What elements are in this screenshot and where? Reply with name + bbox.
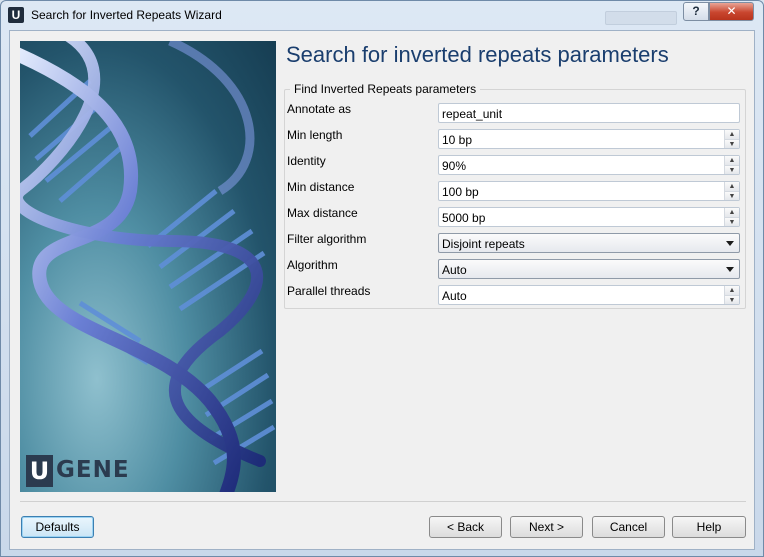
algorithm-value: Auto — [442, 263, 467, 277]
ugene-logo-text: GENE — [56, 457, 130, 483]
title-help-button[interactable]: ? — [683, 2, 709, 21]
ugene-logo-u: U — [26, 455, 53, 487]
max-distance-spin-buttons[interactable]: ▲ ▼ — [724, 208, 739, 226]
parameters-group-title: Find Inverted Repeats parameters — [290, 82, 481, 96]
min-distance-spin-buttons[interactable]: ▲ ▼ — [724, 182, 739, 200]
dna-helix-banner: U GENE — [20, 41, 276, 492]
identity-spin-buttons[interactable]: ▲ ▼ — [724, 156, 739, 174]
cancel-button[interactable]: Cancel — [592, 516, 665, 538]
filter-algorithm-label: Filter algorithm — [287, 232, 367, 246]
identity-value: 90% — [442, 159, 467, 173]
spin-down-icon[interactable]: ▼ — [725, 295, 739, 304]
min-distance-label: Min distance — [287, 180, 355, 194]
min-distance-spinbox[interactable]: 100 bp ▲ ▼ — [438, 181, 740, 201]
spin-up-icon[interactable]: ▲ — [725, 182, 739, 191]
min-length-spinbox[interactable]: 10 bp ▲ ▼ — [438, 129, 740, 149]
parallel-threads-label: Parallel threads — [287, 284, 371, 298]
parallel-threads-spin-buttons[interactable]: ▲ ▼ — [724, 286, 739, 304]
min-distance-value: 100 bp — [442, 185, 479, 199]
back-button[interactable]: < Back — [429, 516, 502, 538]
filter-algorithm-dropdown[interactable]: Disjoint repeats — [438, 233, 740, 253]
max-distance-label: Max distance — [287, 206, 358, 220]
max-distance-value: 5000 bp — [442, 211, 486, 225]
page-title: Search for inverted repeats parameters — [286, 42, 669, 67]
annotate-as-input[interactable]: repeat_unit — [438, 103, 740, 123]
spin-up-icon[interactable]: ▲ — [725, 130, 739, 139]
ugene-app-icon: U — [8, 7, 24, 23]
defaults-button[interactable]: Defaults — [21, 516, 94, 538]
help-button[interactable]: Help — [672, 516, 746, 538]
annotate-as-value: repeat_unit — [442, 107, 503, 121]
spin-up-icon[interactable]: ▲ — [725, 286, 739, 295]
background-window-ghost — [605, 11, 677, 25]
spin-up-icon[interactable]: ▲ — [725, 156, 739, 165]
wizard-window: U Search for Inverted Repeats Wizard ? ✕ — [0, 0, 764, 557]
next-button[interactable]: Next > — [510, 516, 583, 538]
algorithm-dropdown[interactable]: Auto — [438, 259, 740, 279]
parallel-threads-spinbox[interactable]: Auto ▲ ▼ — [438, 285, 740, 305]
min-length-label: Min length — [287, 128, 343, 142]
identity-spinbox[interactable]: 90% ▲ ▼ — [438, 155, 740, 175]
annotate-as-label: Annotate as — [287, 102, 352, 116]
parallel-threads-value: Auto — [442, 289, 467, 303]
max-distance-spinbox[interactable]: 5000 bp ▲ ▼ — [438, 207, 740, 227]
wizard-client-area: U GENE Search for inverted repeats param… — [9, 30, 755, 550]
spin-up-icon[interactable]: ▲ — [725, 208, 739, 217]
button-separator — [20, 501, 746, 502]
min-length-spin-buttons[interactable]: ▲ ▼ — [724, 130, 739, 148]
spin-down-icon[interactable]: ▼ — [725, 217, 739, 226]
algorithm-label: Algorithm — [287, 258, 338, 272]
title-bar[interactable]: U Search for Inverted Repeats Wizard ? ✕ — [1, 1, 763, 29]
spin-down-icon[interactable]: ▼ — [725, 165, 739, 174]
filter-algorithm-value: Disjoint repeats — [442, 237, 525, 251]
spin-down-icon[interactable]: ▼ — [725, 191, 739, 200]
title-close-button[interactable]: ✕ — [709, 2, 754, 21]
chevron-down-icon — [726, 267, 734, 272]
dna-helix-graphic — [20, 41, 276, 492]
window-title: Search for Inverted Repeats Wizard — [31, 8, 222, 22]
spin-down-icon[interactable]: ▼ — [725, 139, 739, 148]
chevron-down-icon — [726, 241, 734, 246]
identity-label: Identity — [287, 154, 326, 168]
min-length-value: 10 bp — [442, 133, 473, 147]
